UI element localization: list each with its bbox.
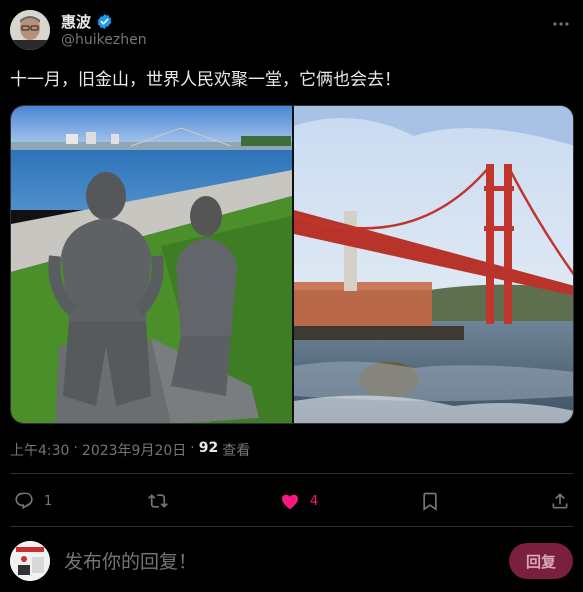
views-label: 查看	[222, 443, 251, 459]
divider	[10, 473, 573, 474]
more-options-icon[interactable]	[551, 14, 571, 34]
name-row: 惠波	[61, 11, 113, 32]
retweet-button[interactable]	[148, 487, 178, 515]
like-button[interactable]: 4	[280, 487, 318, 515]
share-button[interactable]	[550, 487, 570, 515]
author-handle[interactable]: @huikezhen	[61, 32, 147, 48]
author-display-name[interactable]: 惠波	[61, 11, 91, 32]
views-count: 92	[198, 440, 219, 456]
share-icon	[552, 493, 568, 509]
golden-gate-bridge-photo[interactable]	[294, 106, 573, 423]
reply-submit-button[interactable]: 回复	[509, 543, 573, 579]
tweet-text: 十一月，旧金山，世界人民欢聚一堂，它俩也会去！	[10, 70, 401, 90]
reply-count: 1	[44, 493, 53, 509]
heart-icon	[281, 494, 299, 510]
meta-separator: ·	[190, 440, 195, 456]
divider	[10, 526, 573, 527]
tweet-date[interactable]: 2023年9月20日	[82, 440, 186, 460]
statue-photo[interactable]	[11, 106, 292, 423]
tweet-time[interactable]: 上午4:30	[10, 440, 69, 460]
verified-badge-icon	[96, 13, 113, 30]
media-grid	[10, 105, 574, 424]
tweet-meta: 上午4:30 · 2023年9月20日 · 92 查看	[10, 440, 250, 460]
bookmark-icon	[423, 492, 437, 511]
reply-composer: 发布你的回复！ 回复	[10, 541, 573, 581]
tweet-actions: 1 4	[10, 487, 573, 515]
bookmark-button[interactable]	[420, 487, 440, 515]
like-count: 4	[310, 493, 319, 509]
tweet-header: 惠波 @huikezhen	[10, 10, 573, 52]
reply-button[interactable]: 1	[14, 487, 52, 515]
meta-separator: ·	[73, 440, 78, 456]
author-avatar[interactable]	[10, 10, 50, 50]
current-user-avatar[interactable]	[10, 541, 50, 581]
retweet-icon	[148, 494, 168, 508]
reply-input[interactable]: 发布你的回复！	[64, 547, 197, 574]
reply-icon	[15, 492, 33, 509]
